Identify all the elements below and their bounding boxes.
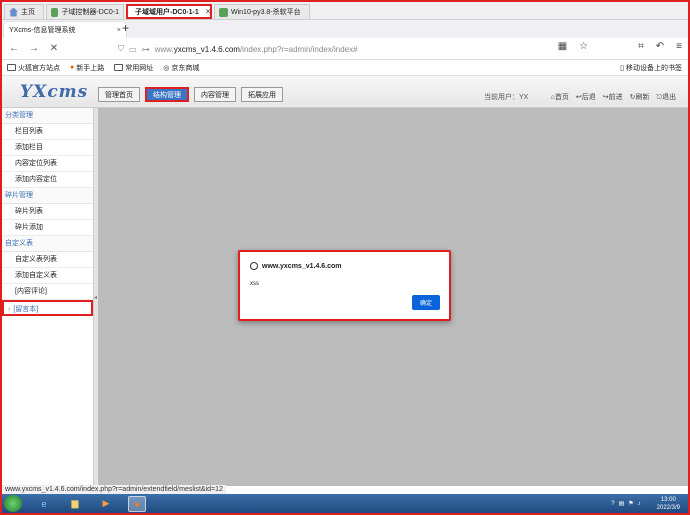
highlight-frame (0, 0, 690, 515)
